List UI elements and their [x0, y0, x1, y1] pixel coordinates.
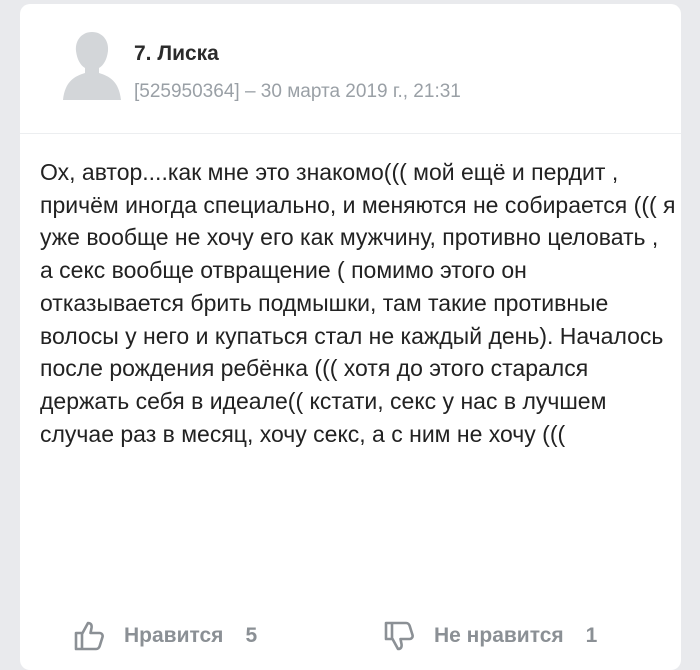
- author-name[interactable]: 7. Лиска: [134, 42, 219, 66]
- dislike-button[interactable]: Не нравится 1: [382, 612, 597, 660]
- comment-text: Ох, автор....как мне это знакомо((( мой …: [40, 159, 676, 447]
- dislike-label: Не нравится: [434, 624, 564, 647]
- comment-meta: [525950364] – 30 марта 2019 г., 21:31: [134, 81, 461, 102]
- comment-card: 7. Лиска [525950364] – 30 марта 2019 г.,…: [20, 4, 681, 670]
- thumbs-up-icon: [74, 621, 104, 651]
- user-silhouette-icon[interactable]: [60, 28, 124, 100]
- like-button[interactable]: Нравится 5: [72, 612, 257, 660]
- like-count: 5: [245, 624, 258, 647]
- dislike-count: 1: [585, 624, 598, 647]
- like-label: Нравится: [124, 624, 224, 647]
- comment-actions: Нравится 5 Не нравится 1: [20, 612, 681, 660]
- thumbs-down-icon: [384, 621, 414, 651]
- divider: [20, 133, 681, 134]
